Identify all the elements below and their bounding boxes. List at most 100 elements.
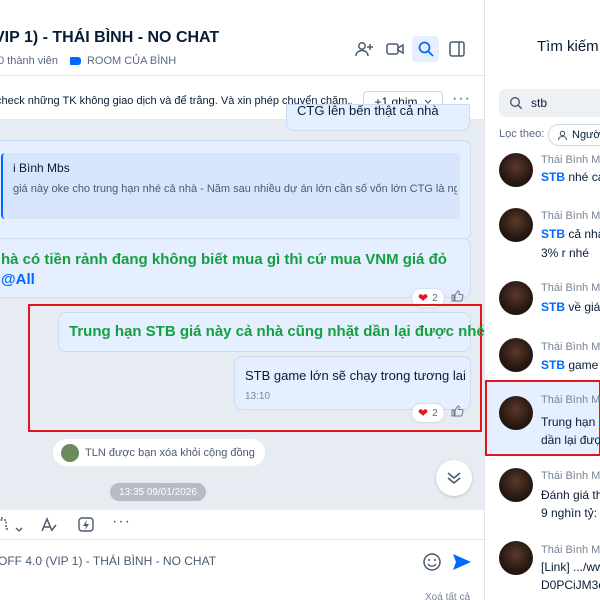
chat-header: VIP 1) - THÁI BÌNH - NO CHAT 0 thành viê… [0,18,484,76]
result-sender: Thái Bình Mbs [541,394,600,406]
filter-label: Lọc theo: [499,128,545,140]
emoji-button[interactable] [422,552,442,577]
reaction-count: 2 [432,292,438,304]
scroll-to-bottom-button[interactable] [436,460,472,496]
avatar [499,281,533,315]
clear-all-link[interactable]: Xoá tất cả [425,592,470,600]
search-result-item[interactable]: Thái Bình Mbs STB nhé cả [485,150,600,210]
result-sender: Thái Bình Mbs [541,210,600,222]
message-bubble[interactable]: STB game lớn sẽ chạy trong tương lai 13:… [234,356,471,410]
member-count[interactable]: 0 thành viên [0,55,58,67]
avatar [499,153,533,187]
search-result-item[interactable]: Thái Bình Mbs STB về giá 5 [485,276,600,334]
search-messages-button[interactable] [412,36,439,62]
message-time: 13:10 [245,391,271,402]
video-camera-icon [385,43,404,55]
result-snippet: Trung hạn S [541,415,600,429]
result-snippet: Đánh giá th [541,488,600,502]
message-input[interactable]: OFF 4.0 (VIP 1) - THÁI BÌNH - NO CHAT [0,554,216,568]
lightning-icon [78,517,94,532]
mention-all[interactable]: @All [1,271,35,288]
avatar [499,541,533,575]
chevron-down-icon[interactable] [15,520,23,538]
crop-frame-icon [0,517,9,530]
filter-chip-label: Người [572,129,600,141]
search-panel: Tìm kiếm stb Lọc theo: Người Thái Bình M… [484,0,600,600]
side-panel-icon [448,41,465,57]
toggle-panel-button[interactable] [443,36,470,62]
message-bubble[interactable]: CTG lên bến thật cả nhà [286,103,470,131]
search-icon [418,41,434,57]
person-icon [557,130,568,140]
message-text: STB game lớn sẽ chạy trong tương lai [245,368,466,383]
date-separator: 13:35 09/01/2026 [110,483,206,501]
thumbs-up-icon [451,405,464,417]
system-notice: TLN được bạn xóa khỏi cộng đồng [53,439,265,466]
reply-sender: i Bình Mbs [13,161,70,175]
heart-icon: ❤ [418,406,429,420]
message-text: CTG lên bến thật cả nhà [297,103,439,118]
result-sender: Thái Bình Mbs [541,341,600,353]
result-sender: Thái Bình Mbs [541,544,600,556]
reply-quote-text: giá này oke cho trung hạn nhé cả nhà - N… [13,183,457,195]
reaction-pill[interactable]: ❤ 2 [412,404,444,422]
add-member-button[interactable] [350,36,377,62]
room-tag[interactable]: ROOM CỦA BÌNH [87,55,176,67]
reaction-count: 2 [432,407,438,419]
result-snippet: STB về giá 5 [541,300,600,314]
message-bubble[interactable]: Trung hạn STB giá này cả nhà cũng nhặt d… [58,312,484,352]
result-sender: Thái Bình Mbs [541,282,600,294]
search-input[interactable]: stb [499,89,600,117]
search-result-item[interactable]: Thái Bình Mbs Đánh giá th 9 nghìn tỷ: [485,466,600,530]
result-snippet-line2: 9 nghìn tỷ: [541,506,598,520]
tag-icon [69,57,81,65]
add-member-icon [354,42,373,57]
chat-pane: VIP 1) - THÁI BÌNH - NO CHAT 0 thành viê… [0,0,484,600]
filter-sender-chip[interactable]: Người [548,124,600,146]
video-call-button[interactable] [381,36,408,62]
result-snippet-line2: 3% r nhé [541,246,590,260]
avatar [499,208,533,242]
message-text: hà có tiền rảnh đang không biết mua gì t… [1,251,447,268]
like-button[interactable] [450,404,464,423]
search-icon [509,96,523,110]
search-result-item[interactable]: Thái Bình Mbs [Link] .../www D0PCiJM3o [485,536,600,600]
text-format-button[interactable] [40,516,58,539]
more-options-icon[interactable]: ··· [112,513,131,531]
result-snippet: STB nhé cả [541,170,600,184]
conversation-title[interactable]: VIP 1) - THÁI BÌNH - NO CHAT [0,29,219,47]
double-chevron-down-icon [447,472,461,485]
conversation-meta: 0 thành viên ROOM CỦA BÌNH [0,55,176,67]
search-result-item[interactable]: Thái Bình Mbs STB cả nhà 3% r nhé [485,208,600,272]
text-format-icon [41,517,57,532]
system-notice-text: TLN được bạn xóa khỏi cộng đồng [85,446,255,459]
message-bubble[interactable]: hà có tiền rảnh đang không biết mua gì t… [0,238,471,298]
result-snippet: STB game lớ [541,358,600,372]
avatar [499,338,533,372]
quick-message-button[interactable] [77,516,95,539]
search-query: stb [531,96,548,110]
message-composer[interactable]: OFF 4.0 (VIP 1) - THÁI BÌNH - NO CHAT Xo… [0,540,484,600]
result-snippet-line2: dần lại được [541,433,600,447]
composer-toolbar: ··· [0,510,484,540]
reply-message-bubble[interactable]: i Bình Mbs giá này oke cho trung hạn nhé… [0,140,471,240]
search-result-item-selected[interactable]: Thái Bình Mbs Trung hạn S dần lại được [485,380,600,456]
reply-quote[interactable]: i Bình Mbs giá này oke cho trung hạn nhé… [1,153,460,219]
message-text: Trung hạn STB giá này cả nhà cũng nhặt d… [69,323,484,340]
result-sender: Thái Bình Mbs [541,470,600,482]
avatar [61,443,79,462]
send-icon [453,554,471,570]
select-frame-button[interactable] [0,516,12,537]
send-button[interactable] [452,553,472,576]
result-snippet: STB cả nhà [541,227,600,241]
avatar [499,468,533,502]
smiley-icon [423,553,441,571]
heart-icon: ❤ [418,291,429,305]
search-result-item[interactable]: Thái Bình Mbs STB game lớ [485,335,600,380]
result-snippet: [Link] .../www [541,560,600,574]
result-sender: Thái Bình Mbs [541,154,600,166]
avatar [499,396,533,430]
search-panel-title: Tìm kiếm [537,38,599,55]
header-actions [350,36,470,62]
result-snippet-line2: D0PCiJM3o [541,578,600,592]
